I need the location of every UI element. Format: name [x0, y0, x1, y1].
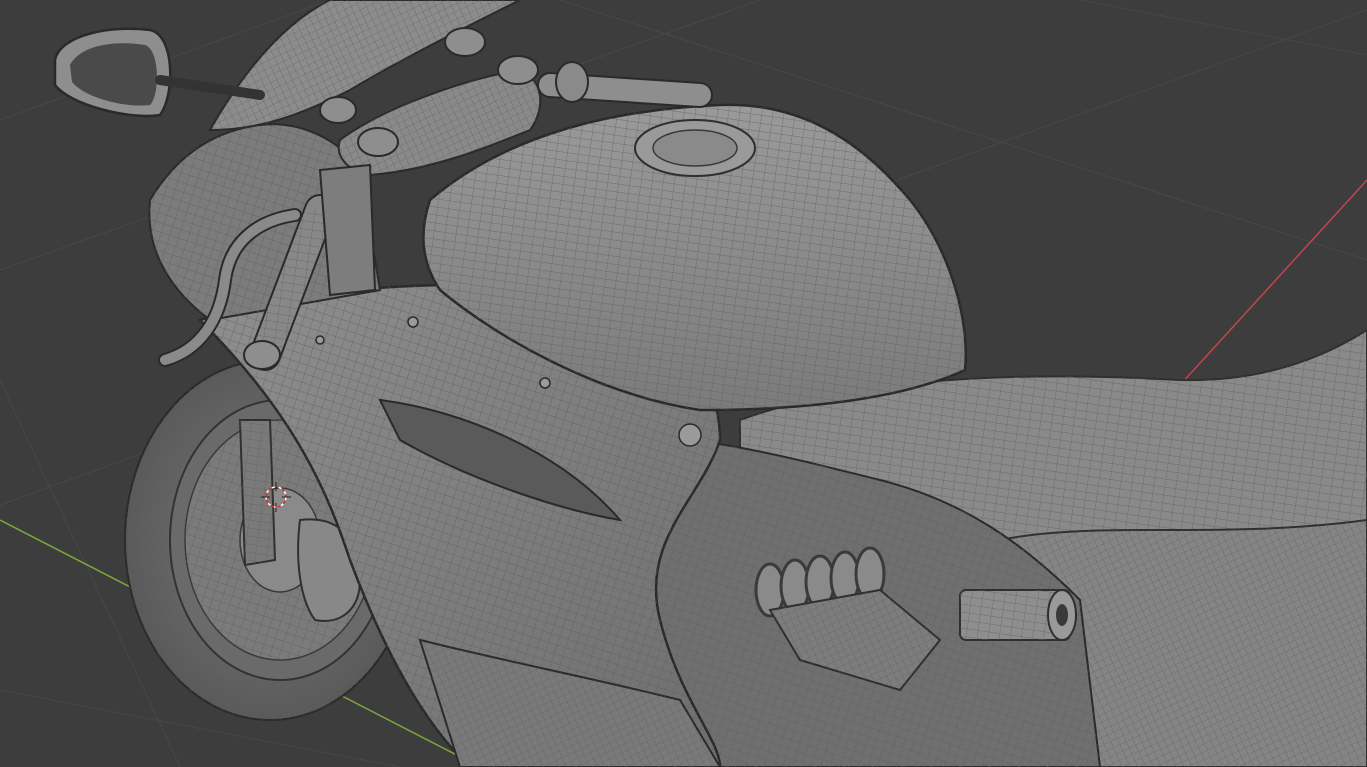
steering-column[interactable]: [318, 163, 377, 297]
3d-viewport[interactable]: [0, 0, 1367, 767]
viewport-canvas[interactable]: [0, 0, 1367, 767]
motorcycle-mesh[interactable]: [53, 0, 1367, 767]
right-handlebar[interactable]: [537, 61, 713, 108]
exhaust-cylinder[interactable]: [959, 589, 1077, 641]
front-fork[interactable]: [238, 419, 277, 567]
fuel-cap[interactable]: [634, 119, 756, 177]
